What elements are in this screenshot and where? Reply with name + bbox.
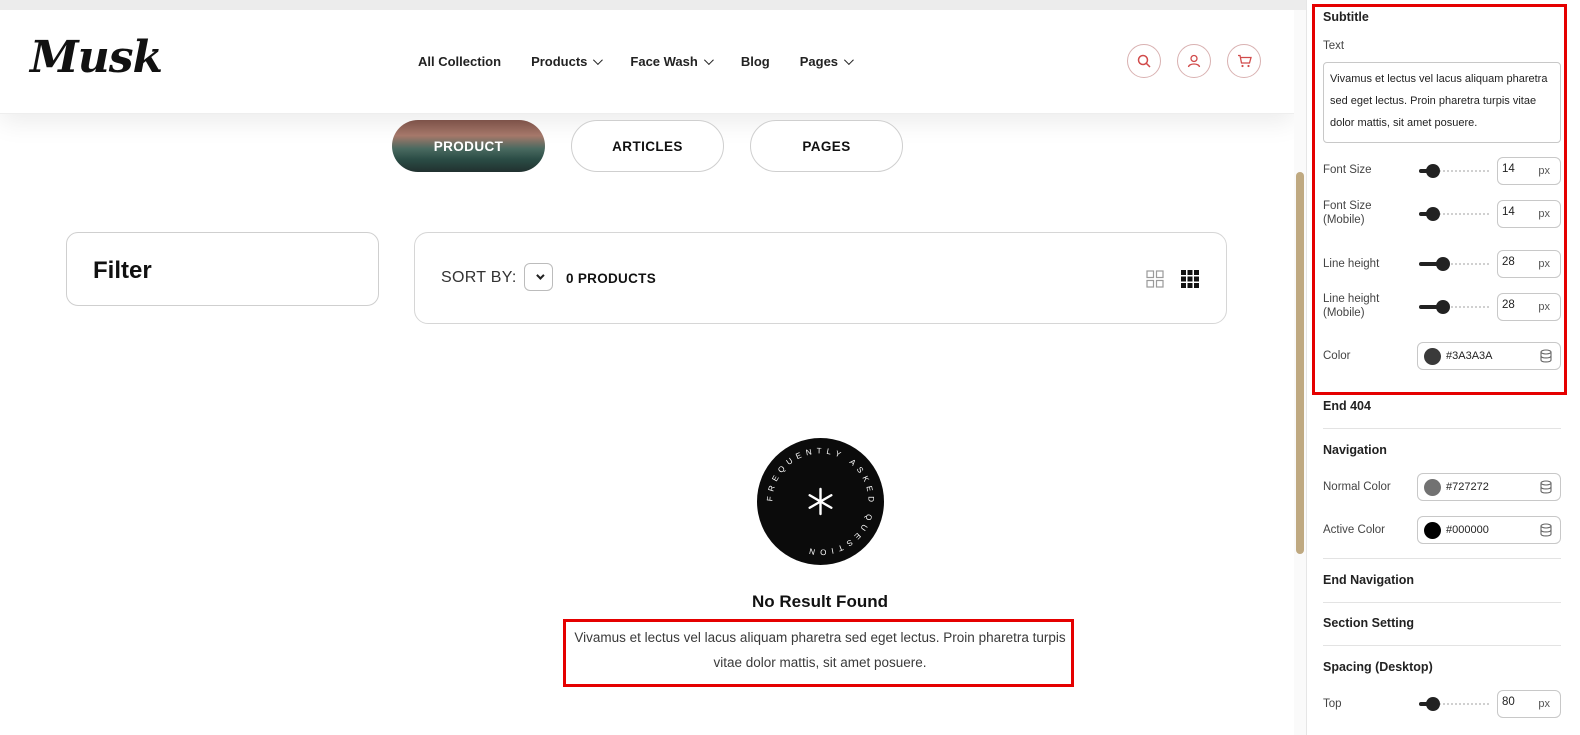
line-height-mobile-field: px — [1497, 293, 1561, 321]
slider-thumb[interactable] — [1426, 207, 1440, 221]
user-icon[interactable] — [1177, 44, 1211, 78]
color-hex: #000000 — [1446, 524, 1489, 536]
main-nav: All Collection Products Face Wash Blog P… — [418, 54, 854, 69]
top-spacing-input[interactable] — [1502, 696, 1528, 708]
unit-label: px — [1538, 165, 1550, 177]
slider-thumb[interactable] — [1426, 697, 1440, 711]
database-icon[interactable] — [1540, 349, 1552, 366]
top-strip — [0, 0, 1306, 10]
no-result-title: No Result Found — [752, 592, 888, 611]
sort-select[interactable] — [524, 263, 553, 291]
text-label: Text — [1323, 40, 1345, 52]
end-navigation-heading: End Navigation — [1323, 573, 1414, 587]
line-height-mobile-label: Line height (Mobile) — [1323, 293, 1380, 319]
font-size-slider[interactable] — [1419, 164, 1491, 178]
active-color-picker[interactable]: #000000 — [1417, 516, 1561, 544]
color-swatch — [1424, 522, 1441, 539]
line-height-mobile-slider[interactable] — [1419, 300, 1491, 314]
subtitle-text-input[interactable]: Vivamus et lectus vel lacus aliquam phar… — [1323, 62, 1561, 143]
nav-label: Face Wash — [630, 54, 698, 69]
line-height-slider[interactable] — [1419, 257, 1491, 271]
nav-label: Products — [531, 54, 588, 69]
font-size-field: px — [1497, 157, 1561, 185]
product-count: 0 PRODUCTS — [566, 271, 657, 286]
cart-icon[interactable] — [1227, 44, 1261, 78]
line-height-input[interactable] — [1502, 256, 1528, 268]
chevron-down-icon — [703, 55, 714, 66]
filter-title: Filter — [93, 257, 152, 284]
tab-articles[interactable]: ARTICLES — [571, 120, 724, 172]
unit-label: px — [1538, 698, 1550, 710]
color-hex: #3A3A3A — [1446, 350, 1493, 362]
unit-label: px — [1538, 208, 1550, 220]
chevron-down-icon — [593, 55, 604, 66]
unit-label: px — [1538, 301, 1550, 313]
font-size-input[interactable] — [1502, 163, 1528, 175]
store-logo[interactable]: Musk — [30, 32, 163, 83]
font-size-mobile-input[interactable] — [1502, 206, 1528, 218]
font-size-mobile-slider[interactable] — [1419, 207, 1491, 221]
faq-badge: FREQUENTLY ASKED QUESTION — [757, 438, 884, 565]
unit-label: px — [1538, 258, 1550, 270]
chevron-down-icon — [844, 55, 854, 66]
active-color-label: Active Color — [1323, 524, 1385, 536]
color-swatch — [1424, 479, 1441, 496]
nav-all-collection[interactable]: All Collection — [418, 54, 501, 69]
font-size-label: Font Size — [1323, 164, 1372, 176]
line-height-mobile-input[interactable] — [1502, 299, 1528, 311]
spacing-desktop-heading: Spacing (Desktop) — [1323, 660, 1433, 674]
end-404-heading: End 404 — [1323, 399, 1371, 413]
color-swatch — [1424, 348, 1441, 365]
normal-color-picker[interactable]: #727272 — [1417, 473, 1561, 501]
nav-products[interactable]: Products — [531, 54, 604, 69]
nav-pages[interactable]: Pages — [799, 54, 854, 69]
nav-label: Pages — [799, 54, 839, 69]
nav-label: Blog — [740, 54, 770, 69]
nav-label: All Collection — [418, 54, 502, 69]
section-setting-heading: Section Setting — [1323, 616, 1414, 630]
color-hex: #727272 — [1446, 481, 1489, 493]
settings-panel: Subtitle Text Vivamus et lectus vel lacu… — [1306, 0, 1580, 735]
slider-thumb[interactable] — [1426, 164, 1440, 178]
chevron-down-icon — [535, 271, 545, 280]
font-size-mobile-label: Font Size (Mobile) — [1323, 200, 1372, 226]
no-result-subtitle: Vivamus et lectus vel lacus aliquam phar… — [574, 630, 1066, 670]
database-icon[interactable] — [1540, 523, 1552, 540]
site-header: Musk All Collection Products Face Wash B… — [0, 10, 1294, 114]
subtitle-color-picker[interactable]: #3A3A3A — [1417, 342, 1561, 370]
line-height-field: px — [1497, 250, 1561, 278]
filter-panel: Filter — [66, 232, 379, 306]
navigation-heading: Navigation — [1323, 443, 1387, 457]
search-icon[interactable] — [1127, 44, 1161, 78]
font-size-mobile-field: px — [1497, 200, 1561, 228]
nav-blog[interactable]: Blog — [741, 54, 770, 69]
database-icon[interactable] — [1540, 480, 1552, 497]
nav-face-wash[interactable]: Face Wash — [630, 54, 714, 69]
grid-3x3-icon[interactable] — [1181, 270, 1199, 293]
slider-thumb[interactable] — [1436, 257, 1450, 271]
tab-product[interactable]: PRODUCT — [392, 120, 545, 172]
sort-bar: SORT BY: 0 PRODUCTS — [414, 232, 1227, 324]
store-preview: Musk All Collection Products Face Wash B… — [0, 10, 1294, 735]
divider — [1323, 602, 1561, 603]
header-icons — [1127, 44, 1261, 78]
tab-pages[interactable]: PAGES — [750, 120, 903, 172]
top-spacing-label: Top — [1323, 698, 1342, 710]
top-spacing-slider[interactable] — [1419, 697, 1491, 711]
line-height-label: Line height — [1323, 258, 1380, 270]
normal-color-label: Normal Color — [1323, 481, 1391, 493]
grid-2x2-icon[interactable] — [1146, 270, 1164, 293]
subtitle-heading: Subtitle — [1323, 10, 1369, 24]
color-label: Color — [1323, 350, 1351, 362]
divider — [1323, 558, 1561, 559]
divider — [1323, 645, 1561, 646]
slider-thumb[interactable] — [1436, 300, 1450, 314]
asterisk-icon — [808, 487, 833, 516]
top-spacing-field: px — [1497, 690, 1561, 718]
sort-label: SORT BY: — [441, 269, 517, 286]
divider — [1323, 428, 1561, 429]
preview-scrollbar-thumb[interactable] — [1296, 172, 1304, 554]
search-type-tabs: PRODUCT ARTICLES PAGES — [392, 120, 903, 172]
